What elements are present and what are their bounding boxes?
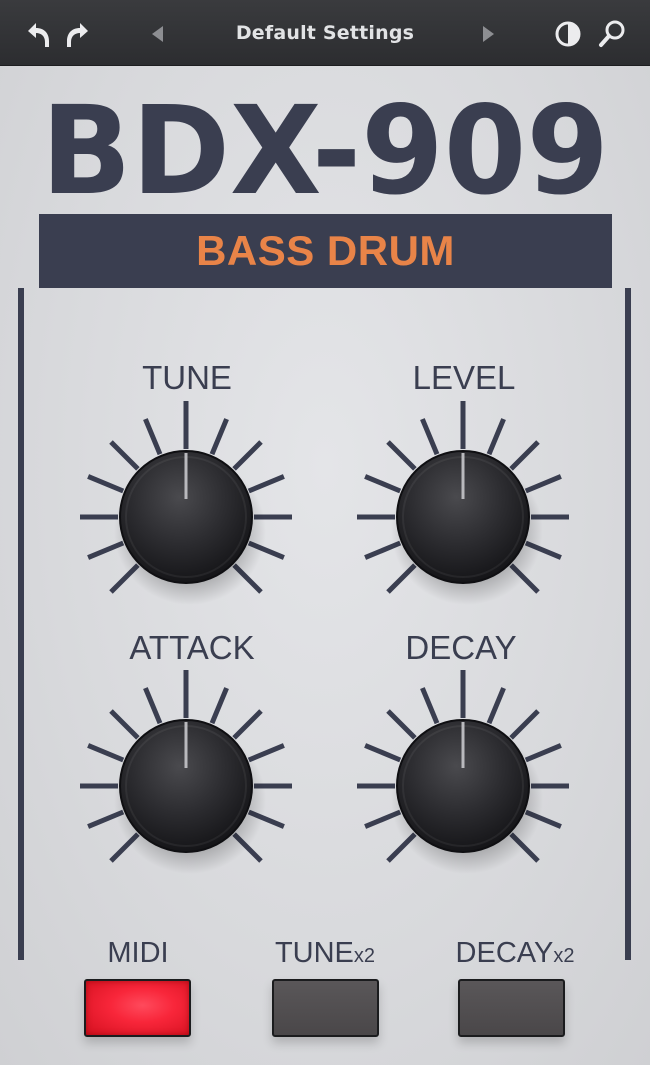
- tune-x2-switch[interactable]: [272, 979, 379, 1037]
- decay-x2-switch-label: DECAYx2: [430, 937, 600, 970]
- knob-tick: [143, 418, 163, 456]
- knob-tick: [509, 440, 540, 471]
- decay-x2-switch[interactable]: [458, 979, 565, 1037]
- knob-tick: [386, 440, 417, 471]
- knob-tick: [247, 743, 285, 763]
- next-preset-button[interactable]: [468, 14, 508, 54]
- magnifier-icon: [599, 20, 625, 47]
- plugin-panel: BDX-909 BASS DRUM TUNE LEVEL ATTACK DECA…: [0, 66, 650, 1065]
- knob-tick: [524, 474, 562, 494]
- knob-tick: [143, 687, 163, 725]
- knob-tick: [209, 687, 229, 725]
- tune-x2-label-text: TUNE: [274, 937, 354, 969]
- attack-knob[interactable]: [80, 670, 292, 874]
- undo-icon: [28, 23, 49, 47]
- tune-knob[interactable]: [80, 401, 292, 605]
- knob-tick: [386, 709, 417, 740]
- knob-tick: [420, 418, 440, 456]
- knob-tick: [87, 743, 125, 763]
- knob-tick: [524, 743, 562, 763]
- knob-tick: [247, 474, 285, 494]
- knob-tick: [364, 474, 402, 494]
- knob-tick: [420, 687, 440, 725]
- knob-tick: [109, 440, 140, 471]
- search-button[interactable]: [592, 14, 632, 54]
- tune-x2-label-suffix: x2: [353, 945, 376, 967]
- knob-tick: [486, 418, 506, 456]
- prev-preset-button[interactable]: [138, 14, 178, 54]
- triangle-left-icon: [152, 26, 163, 42]
- knob-tick: [509, 709, 540, 740]
- knob-tick: [87, 474, 125, 494]
- redo-button[interactable]: [60, 14, 100, 54]
- tune-x2-switch-label: TUNEx2: [250, 937, 400, 970]
- decay-x2-label-text: DECAY: [455, 937, 554, 969]
- decay-knob[interactable]: [357, 670, 569, 874]
- preset-name[interactable]: Default Settings: [185, 0, 465, 66]
- decay-x2-label-suffix: x2: [553, 945, 575, 967]
- knob-tick: [364, 743, 402, 763]
- knob-layer: [80, 401, 569, 874]
- midi-switch-label: MIDI: [78, 937, 198, 970]
- undo-button[interactable]: [16, 14, 56, 54]
- compare-button[interactable]: [548, 14, 588, 54]
- midi-switch[interactable]: [84, 979, 191, 1037]
- triangle-right-icon: [483, 26, 494, 42]
- knob-tick: [486, 687, 506, 725]
- redo-icon: [67, 23, 88, 47]
- midi-switch-label-text: MIDI: [107, 937, 169, 969]
- knob-tick: [232, 709, 263, 740]
- knob-tick: [232, 440, 263, 471]
- half-circle-icon: [555, 21, 581, 47]
- knob-tick: [209, 418, 229, 456]
- toolbar: Default Settings: [0, 0, 650, 66]
- level-knob[interactable]: [357, 401, 569, 605]
- knob-tick: [109, 709, 140, 740]
